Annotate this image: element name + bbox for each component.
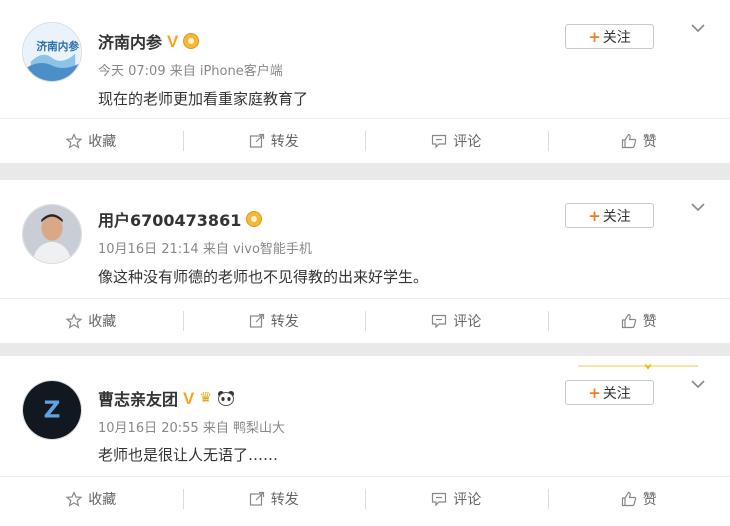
post-meta: 10月16日 21:14 来自 vivo智能手机 [98,242,312,257]
action-bar: 收藏 转发 评论 赞 [0,476,730,521]
repost-icon [249,491,264,506]
verified-v-icon: V [183,388,195,408]
post-content: 老师也是很让人无语了…… [98,446,279,464]
star-icon [66,313,83,329]
favorite-label: 收藏 [88,492,117,508]
username[interactable]: 济南内参 V [98,29,200,53]
plus-icon: + [588,383,601,402]
post-meta: 今天 07:09 来自 iPhone客户端 [98,64,283,79]
follow-label: 关注 [602,208,631,225]
avatar[interactable] [22,204,82,264]
follow-button[interactable]: + 关注 [565,203,654,228]
username[interactable]: 曹志亲友团 V ♛ [98,386,235,410]
panda-icon [217,390,235,406]
avatar[interactable]: Z [22,380,82,440]
member-medal-icon [246,211,263,227]
repost-icon [249,133,264,148]
favorite-button[interactable]: 收藏 [0,119,183,163]
post-card: 用户6700473861 10月16日 21:14 来自 vivo智能手机 像这… [0,180,730,343]
repost-label: 转发 [270,314,299,330]
member-medal-icon [183,33,200,49]
thumbs-up-icon [621,133,636,149]
star-icon [66,133,83,149]
repost-button[interactable]: 转发 [182,299,366,343]
comment-icon [432,492,447,507]
follow-label: 关注 [602,29,631,46]
post-content: 现在的老师更加看重家庭教育了 [98,90,309,108]
avatar-image: Z [23,381,81,439]
like-label: 赞 [642,314,657,330]
username-text[interactable]: 济南内参 [98,29,162,53]
chevron-down-icon[interactable] [690,378,706,390]
plus-icon: + [588,206,601,225]
like-label: 赞 [642,492,657,508]
like-button[interactable]: 赞 [547,299,730,343]
repost-label: 转发 [270,134,299,150]
username-text[interactable]: 曹志亲友团 [98,386,178,410]
repost-button[interactable]: 转发 [182,477,366,521]
comment-button[interactable]: 评论 [365,299,548,343]
avatar[interactable]: 济南内参 [22,22,82,82]
username[interactable]: 用户6700473861 [98,207,263,231]
comment-button[interactable]: 评论 [365,119,548,163]
comment-label: 评论 [453,314,482,330]
star-icon [66,491,83,507]
avatar-image: 济南内参 [23,23,81,81]
avatar-text: Z [44,397,61,424]
action-bar: 收藏 转发 评论 赞 [0,118,730,163]
post-card: 济南内参 济南内参 V 今天 07:09 来自 iPhone客户端 现在的老师更… [0,0,730,163]
repost-label: 转发 [270,492,299,508]
username-text[interactable]: 用户6700473861 [98,207,241,231]
like-button[interactable]: 赞 [547,119,730,163]
repost-icon [249,313,264,328]
post-card: Z 曹志亲友团 V ♛ 10月16日 20:55 来自 鸭梨山大 老师也是很让人… [0,356,730,526]
follow-button[interactable]: + 关注 [565,24,654,49]
gold-decoration [578,363,698,370]
comment-label: 评论 [453,134,482,150]
action-bar: 收藏 转发 评论 赞 [0,298,730,343]
thumbs-up-icon [621,313,636,329]
verified-v-icon: V [167,31,179,51]
repost-button[interactable]: 转发 [182,119,366,163]
thumbs-up-icon [621,491,636,507]
post-meta: 10月16日 20:55 来自 鸭梨山大 [98,421,285,436]
post-content: 像这种没有师德的老师也不见得教的出来好学生。 [98,268,429,286]
comment-label: 评论 [453,492,482,508]
favorite-label: 收藏 [88,134,117,150]
favorite-button[interactable]: 收藏 [0,477,183,521]
favorite-button[interactable]: 收藏 [0,299,183,343]
like-label: 赞 [642,134,657,150]
comment-button[interactable]: 评论 [365,477,548,521]
plus-icon: + [588,27,601,46]
crown-icon: ♛ [199,390,212,406]
comment-icon [432,134,447,149]
follow-label: 关注 [602,385,631,402]
avatar-image [23,205,81,263]
avatar-text: 济南内参 [37,40,80,53]
chevron-down-icon[interactable] [690,22,706,34]
follow-button[interactable]: + 关注 [565,380,654,405]
comment-icon [432,314,447,329]
chevron-down-icon[interactable] [690,201,706,213]
favorite-label: 收藏 [88,314,117,330]
like-button[interactable]: 赞 [547,477,730,521]
